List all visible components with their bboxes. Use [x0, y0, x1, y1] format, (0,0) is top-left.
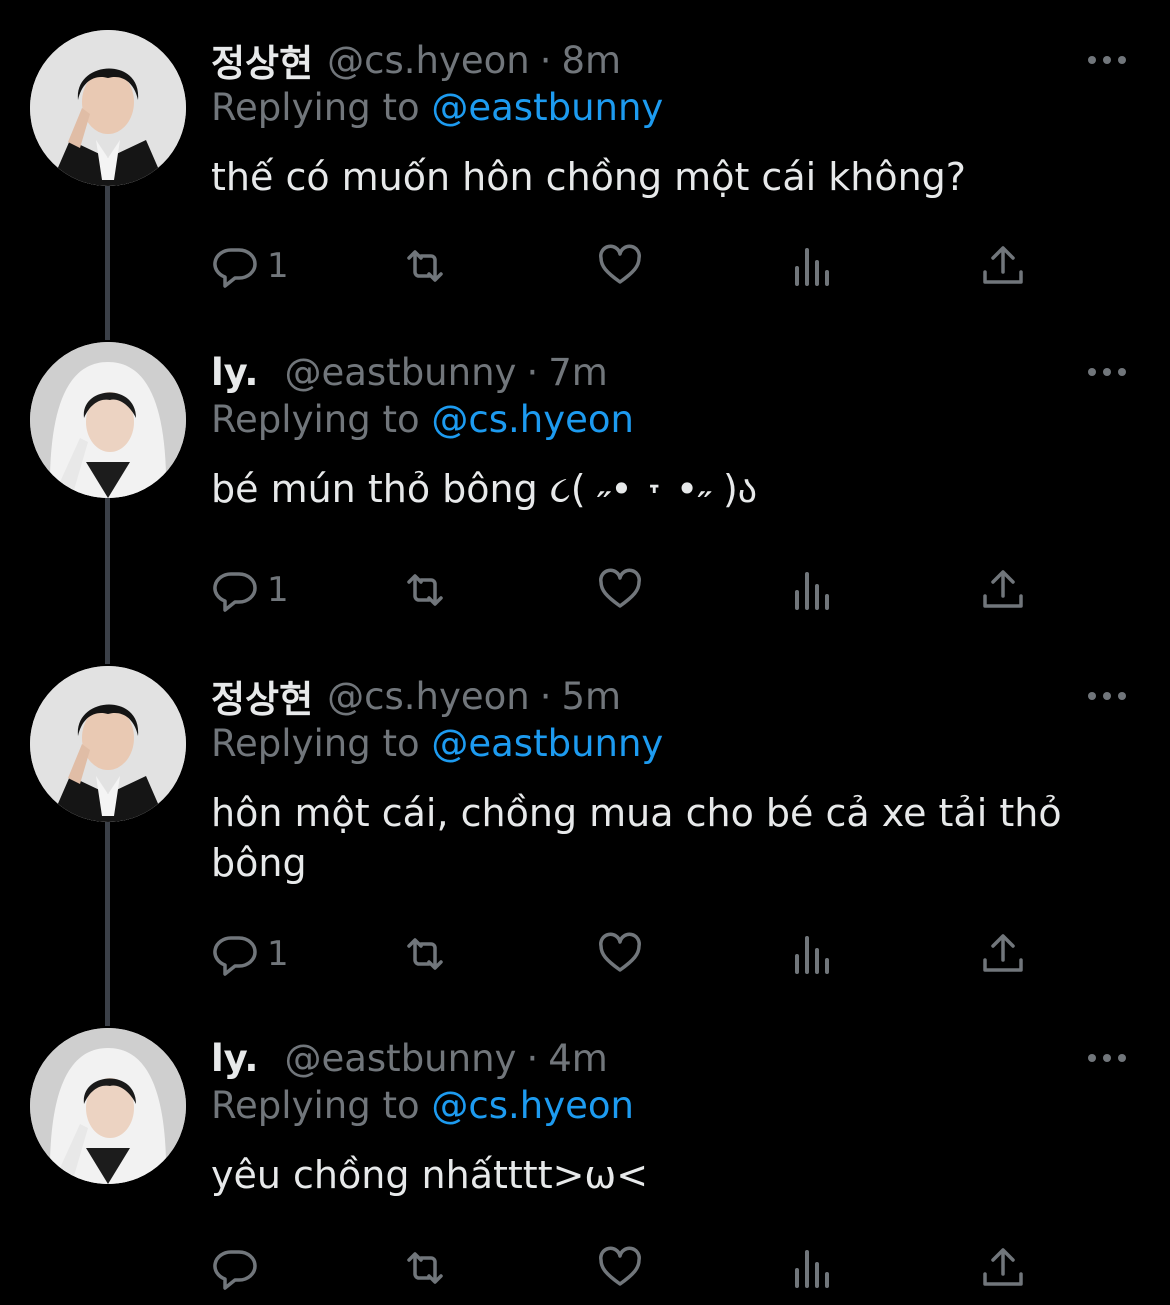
like-button[interactable] [596, 238, 644, 294]
retweet-button[interactable] [401, 238, 449, 294]
replying-prefix: Replying to [211, 398, 420, 441]
views-icon [795, 936, 829, 974]
views-button[interactable] [789, 238, 837, 294]
timestamp[interactable]: 7m [548, 351, 608, 394]
avatar[interactable] [30, 1028, 186, 1184]
reply-count: 1 [267, 570, 289, 610]
retweet-icon [407, 250, 443, 282]
retweet-icon [407, 938, 443, 970]
share-icon [983, 246, 1023, 284]
reply-count: 1 [267, 246, 289, 286]
heart-icon [599, 244, 641, 284]
reply-button[interactable]: 1 [211, 562, 289, 618]
user-handle[interactable]: @cs.hyeon [327, 39, 530, 82]
share-icon [983, 570, 1023, 608]
retweet-icon [407, 1252, 443, 1284]
user-handle[interactable]: @cs.hyeon [327, 675, 530, 718]
reply-button[interactable] [211, 1240, 267, 1296]
tweet-actions: 1 [211, 926, 1041, 982]
reply-count: 1 [267, 934, 289, 974]
reply-button[interactable]: 1 [211, 238, 289, 294]
display-name[interactable]: 정상현 [211, 669, 313, 723]
views-button[interactable] [789, 562, 837, 618]
retweet-button[interactable] [401, 926, 449, 982]
thread-line [105, 822, 110, 1026]
replying-to: Replying to @eastbunny [211, 86, 663, 129]
share-button[interactable] [979, 1240, 1027, 1296]
more-icon[interactable] [1088, 42, 1126, 78]
heart-icon [599, 932, 641, 972]
replying-to: Replying to @eastbunny [211, 722, 663, 765]
tweet-text: thế có muốn hôn chồng một cái không? [211, 155, 966, 199]
replying-to-link[interactable]: @eastbunny [431, 722, 663, 765]
like-button[interactable] [596, 562, 644, 618]
replying-to: Replying to @cs.hyeon [211, 398, 634, 441]
reply-icon [213, 936, 257, 976]
tweet-actions: 1 [211, 238, 1041, 294]
display-name[interactable]: 정상현 [211, 33, 313, 87]
avatar-white-hood-image [30, 1028, 186, 1184]
views-button[interactable] [789, 926, 837, 982]
replying-to-link[interactable]: @eastbunny [431, 86, 663, 129]
reply-thread: 정상현 @cs.hyeon · 8m Replying to @eastbunn… [0, 0, 1170, 1305]
avatar[interactable] [30, 342, 186, 498]
replying-prefix: Replying to [211, 1084, 420, 1127]
display-name[interactable]: ly. [211, 351, 258, 394]
more-icon[interactable] [1088, 678, 1126, 714]
tweet-header: 정상현 @cs.hyeon · 8m [211, 30, 621, 90]
views-icon [795, 248, 829, 286]
user-handle[interactable]: @eastbunny [284, 1037, 516, 1080]
retweet-button[interactable] [401, 562, 449, 618]
tweet-text: yêu chồng nhấtttt>ω< [211, 1153, 649, 1197]
replying-to-link[interactable]: @cs.hyeon [431, 398, 634, 441]
reply-icon [213, 1250, 257, 1290]
tweet-header: ly. @eastbunny · 4m [211, 1028, 608, 1088]
avatar[interactable] [30, 666, 186, 822]
like-button[interactable] [596, 926, 644, 982]
timestamp[interactable]: 8m [561, 39, 621, 82]
avatar-black-suit-image [30, 30, 186, 186]
user-handle[interactable]: @eastbunny [284, 351, 516, 394]
thread-line [105, 186, 110, 340]
avatar-white-hood-image [30, 342, 186, 498]
heart-icon [599, 568, 641, 608]
retweet-icon [407, 574, 443, 606]
avatar-black-suit-image [30, 666, 186, 822]
reply-icon [213, 572, 257, 612]
tweet-header: ly. @eastbunny · 7m [211, 342, 608, 402]
views-button[interactable] [789, 1240, 837, 1296]
tweet-header: 정상현 @cs.hyeon · 5m [211, 666, 621, 726]
tweet-actions [211, 1240, 1041, 1296]
separator-dot: · [526, 1036, 539, 1080]
timestamp[interactable]: 5m [561, 675, 621, 718]
separator-dot: · [539, 674, 552, 718]
replying-prefix: Replying to [211, 86, 420, 129]
views-icon [795, 572, 829, 610]
more-icon[interactable] [1088, 354, 1126, 390]
thread-line [105, 498, 110, 664]
share-icon [983, 1248, 1023, 1286]
avatar[interactable] [30, 30, 186, 186]
display-name[interactable]: ly. [211, 1037, 258, 1080]
retweet-button[interactable] [401, 1240, 449, 1296]
more-icon[interactable] [1088, 1040, 1126, 1076]
tweet-text: hôn một cái, chồng mua cho bé cả xe tải … [211, 791, 1062, 885]
separator-dot: · [526, 350, 539, 394]
heart-icon [599, 1246, 641, 1286]
separator-dot: · [539, 38, 552, 82]
reply-icon [213, 248, 257, 288]
share-button[interactable] [979, 926, 1027, 982]
tweet-text: bé mún thỏ bông ૮( ˶• ˕ •˶ )ა [211, 467, 758, 511]
share-icon [983, 934, 1023, 972]
tweet-actions: 1 [211, 562, 1041, 618]
replying-to: Replying to @cs.hyeon [211, 1084, 634, 1127]
timestamp[interactable]: 4m [548, 1037, 608, 1080]
share-button[interactable] [979, 562, 1027, 618]
like-button[interactable] [596, 1240, 644, 1296]
replying-to-link[interactable]: @cs.hyeon [431, 1084, 634, 1127]
share-button[interactable] [979, 238, 1027, 294]
replying-prefix: Replying to [211, 722, 420, 765]
views-icon [795, 1250, 829, 1288]
reply-button[interactable]: 1 [211, 926, 289, 982]
